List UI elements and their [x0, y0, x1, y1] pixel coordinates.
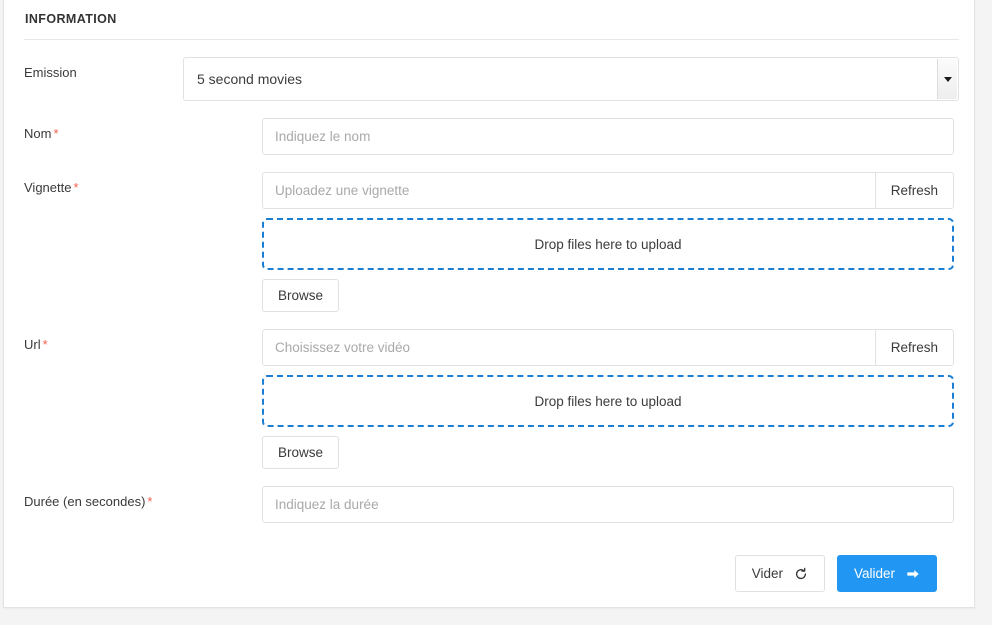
- emission-select-wrapper: 5 second movies: [183, 57, 959, 101]
- form-row-url: Url* Refresh Drop files here to upload B…: [24, 329, 954, 469]
- emission-select[interactable]: 5 second movies: [183, 57, 959, 101]
- title-divider: [24, 39, 959, 40]
- page-title: INFORMATION: [25, 12, 954, 26]
- refresh-circular-arrow-icon: [794, 567, 808, 581]
- label-emission-text: Emission: [24, 65, 77, 80]
- label-url-text: Url: [24, 337, 41, 352]
- label-nom-text: Nom: [24, 126, 51, 141]
- vignette-refresh-button[interactable]: Refresh: [875, 172, 954, 209]
- field-vignette: Refresh Drop files here to upload Browse: [262, 172, 954, 312]
- arrow-right-icon: [906, 567, 920, 581]
- url-browse-button[interactable]: Browse: [262, 436, 339, 469]
- form-row-vignette: Vignette* Refresh Drop files here to upl…: [24, 172, 954, 312]
- vignette-input[interactable]: [262, 172, 875, 209]
- required-marker-duree: *: [147, 494, 152, 509]
- url-dropzone-text: Drop files here to upload: [534, 394, 681, 409]
- field-url: Refresh Drop files here to upload Browse: [262, 329, 954, 469]
- submit-button[interactable]: Valider: [837, 555, 937, 592]
- information-card: INFORMATION Emission 5 second movies: [3, 0, 975, 608]
- field-emission: 5 second movies: [262, 57, 954, 101]
- vignette-browse-button[interactable]: Browse: [262, 279, 339, 312]
- card-body: INFORMATION Emission 5 second movies: [4, 0, 974, 592]
- field-duree: [262, 486, 954, 523]
- form-actions: Vider Valider: [24, 555, 954, 592]
- submit-button-label: Valider: [854, 566, 895, 581]
- reset-button-label: Vider: [752, 566, 783, 581]
- url-refresh-button[interactable]: Refresh: [875, 329, 954, 366]
- required-marker-vignette: *: [73, 180, 78, 195]
- label-nom: Nom*: [24, 118, 262, 141]
- reset-button[interactable]: Vider: [735, 555, 825, 592]
- field-nom: [262, 118, 954, 155]
- url-input[interactable]: [262, 329, 875, 366]
- required-marker-url: *: [43, 337, 48, 352]
- url-dropzone[interactable]: Drop files here to upload: [262, 375, 954, 427]
- label-url: Url*: [24, 329, 262, 352]
- form-row-nom: Nom*: [24, 118, 954, 155]
- vignette-dropzone[interactable]: Drop files here to upload: [262, 218, 954, 270]
- vignette-input-group: Refresh: [262, 172, 954, 209]
- required-marker-nom: *: [53, 126, 58, 141]
- label-vignette-text: Vignette: [24, 180, 71, 195]
- url-input-group: Refresh: [262, 329, 954, 366]
- label-vignette: Vignette*: [24, 172, 262, 195]
- nom-input[interactable]: [262, 118, 954, 155]
- form-row-duree: Durée (en secondes)*: [24, 486, 954, 523]
- vignette-dropzone-text: Drop files here to upload: [534, 237, 681, 252]
- label-duree: Durée (en secondes)*: [24, 486, 262, 509]
- form-row-emission: Emission 5 second movies: [24, 57, 954, 101]
- duree-input[interactable]: [262, 486, 954, 523]
- label-duree-text: Durée (en secondes): [24, 494, 145, 509]
